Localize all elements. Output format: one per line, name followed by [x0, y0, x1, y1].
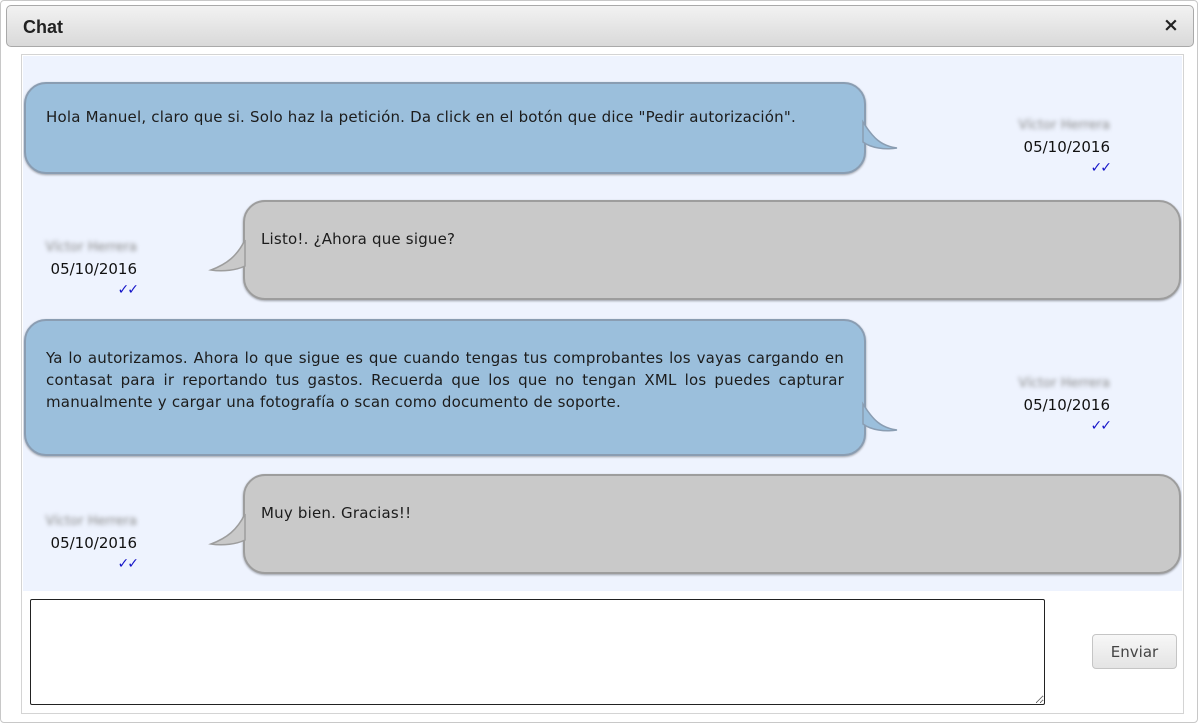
message-text: Muy bien. Gracias!! [261, 504, 412, 522]
read-receipt-icon: ✓✓ [117, 282, 139, 298]
message-bubble: Muy bien. Gracias!! [243, 474, 1181, 574]
read-receipt-icon: ✓✓ [1090, 160, 1112, 176]
message-sender: Víctor Herrera [45, 240, 137, 255]
message-date: 05/10/2016 [1023, 138, 1110, 156]
bubble-tail [862, 401, 898, 432]
dialog-title: Chat [23, 17, 63, 37]
message-meta: Víctor Herrera 05/10/2016 ✓✓ [23, 512, 139, 574]
bubble-tail [208, 239, 246, 272]
read-receipt-icon: ✓✓ [1090, 418, 1112, 434]
message-text: Hola Manuel, claro que si. Solo haz la p… [46, 108, 796, 126]
bubble-tail [208, 513, 246, 546]
message-date: 05/10/2016 [50, 260, 137, 278]
send-button[interactable]: Enviar [1092, 634, 1177, 669]
chat-content: Hola Manuel, claro que si. Solo haz la p… [21, 54, 1184, 714]
read-receipt-icon: ✓✓ [117, 556, 139, 572]
message-meta: Víctor Herrera 05/10/2016 ✓✓ [23, 238, 139, 300]
message-sender: Víctor Herrera [1018, 118, 1110, 133]
bubble-tail [862, 119, 898, 150]
message-meta: Víctor Herrera 05/10/2016 ✓✓ [950, 116, 1112, 178]
message-sender: Víctor Herrera [1018, 376, 1110, 391]
dialog-titlebar[interactable]: Chat × [6, 5, 1194, 47]
message-meta: Víctor Herrera 05/10/2016 ✓✓ [950, 374, 1112, 436]
message-date: 05/10/2016 [1023, 396, 1110, 414]
chat-dialog: Chat × Hola Manuel, claro que si. Solo h… [0, 0, 1198, 723]
message-bubble: Listo!. ¿Ahora que sigue? [243, 200, 1181, 300]
message-text: Ya lo autorizamos. Ahora lo que sigue es… [46, 349, 844, 411]
message-sender: Víctor Herrera [45, 514, 137, 529]
close-icon[interactable]: × [1161, 14, 1181, 36]
message-bubble: Hola Manuel, claro que si. Solo haz la p… [24, 82, 866, 174]
message-date: 05/10/2016 [50, 534, 137, 552]
message-list[interactable]: Hola Manuel, claro que si. Solo haz la p… [23, 56, 1182, 591]
message-bubble: Ya lo autorizamos. Ahora lo que sigue es… [24, 319, 866, 456]
message-text: Listo!. ¿Ahora que sigue? [261, 230, 456, 248]
message-input[interactable] [30, 599, 1045, 705]
